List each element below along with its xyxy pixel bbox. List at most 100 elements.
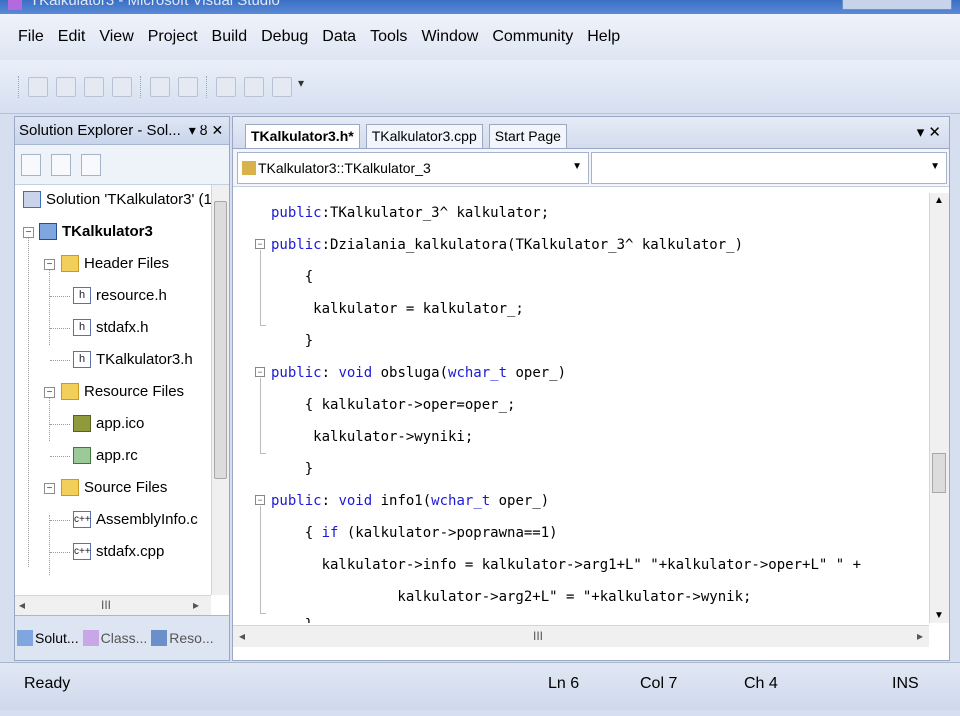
menu-help[interactable]: Help — [587, 28, 620, 46]
toolbar-button-4-icon[interactable] — [112, 76, 132, 97]
header-file-icon: h — [73, 319, 91, 336]
outdent-icon[interactable] — [244, 76, 264, 97]
code-line: { if (kalkulator->poprawna==1) — [271, 525, 558, 541]
tree-item-file[interactable]: c++ stdafx.cpp — [73, 543, 164, 560]
toolbar-button-6-icon[interactable] — [178, 76, 198, 97]
fold-collapse-icon[interactable]: − — [255, 239, 265, 249]
tree-line — [49, 515, 50, 575]
tree-item-file[interactable]: h stdafx.h — [73, 319, 149, 336]
tab-label: Class... — [100, 630, 148, 646]
refresh-icon[interactable] — [81, 153, 101, 176]
tree-item-file[interactable]: app.rc — [73, 447, 138, 464]
tree-item-header-files[interactable]: Header Files — [61, 255, 169, 272]
menu-debug[interactable]: Debug — [261, 28, 308, 46]
code-line: kalkulator->info = kalkulator->arg1+L" "… — [271, 557, 862, 573]
tab-class-view[interactable]: Class... — [82, 630, 148, 646]
window-controls[interactable] — [842, 0, 952, 10]
tree-item-file[interactable]: c++ AssemblyInfo.c — [73, 511, 198, 528]
toolbar-button-3-icon[interactable] — [84, 76, 104, 97]
menu-file[interactable]: File — [18, 28, 44, 46]
menu-window[interactable]: Window — [421, 28, 478, 46]
scroll-left-icon[interactable]: ◂ — [19, 598, 25, 612]
tree-item-file[interactable]: h TKalkulator3.h — [73, 351, 193, 368]
tree-item-label: resource.h — [96, 287, 167, 304]
tree-item-solution[interactable]: Solution 'TKalkulator3' (1 — [23, 191, 212, 208]
code-line: } — [271, 617, 313, 623]
fold-collapse-icon[interactable]: − — [255, 367, 265, 377]
tab-solution-explorer[interactable]: Solut... — [17, 630, 79, 646]
status-insert-mode: INS — [892, 675, 919, 692]
properties-icon[interactable] — [21, 153, 41, 176]
editor-vscrollbar[interactable]: ▲ ▼ — [929, 193, 949, 623]
tab-resource-view[interactable]: Reso... — [151, 630, 214, 646]
scroll-right-icon[interactable]: ▸ — [193, 598, 199, 612]
menu-data[interactable]: Data — [322, 28, 356, 46]
tree-line — [50, 520, 70, 521]
menu-community[interactable]: Community — [492, 28, 573, 46]
tree-item-file[interactable]: h resource.h — [73, 287, 167, 304]
solution-explorer-hscrollbar[interactable]: ◂ III ▸ — [15, 595, 211, 615]
solution-explorer-vscrollbar[interactable] — [211, 185, 229, 595]
collapse-icon[interactable]: − — [23, 227, 34, 238]
collapse-icon[interactable]: − — [44, 259, 55, 270]
scroll-thumb[interactable] — [932, 453, 946, 493]
toolbar-button-5-icon[interactable] — [150, 76, 170, 97]
collapse-icon[interactable]: − — [44, 387, 55, 398]
tree-line — [28, 227, 29, 567]
fold-line — [260, 506, 261, 613]
header-file-icon: h — [73, 287, 91, 304]
show-all-files-icon[interactable] — [51, 153, 71, 176]
solution-explorer-title: Solution Explorer - Sol... — [19, 122, 181, 139]
folder-icon — [61, 383, 79, 400]
scroll-thumb[interactable] — [214, 201, 227, 479]
toolbar-overflow-icon[interactable]: ▾ — [298, 76, 306, 98]
fold-end — [260, 613, 266, 614]
toolbar-button-2-icon[interactable] — [56, 76, 76, 97]
code-line: } — [271, 461, 314, 477]
tab-start-page[interactable]: Start Page — [488, 124, 567, 148]
scroll-up-icon[interactable]: ▲ — [934, 195, 944, 206]
toolbar-grip[interactable] — [18, 75, 20, 98]
menu-build[interactable]: Build — [212, 28, 248, 46]
tree-item-source-files[interactable]: Source Files — [61, 479, 167, 496]
scroll-grip[interactable]: III — [101, 598, 111, 612]
cpp-file-icon: c++ — [73, 543, 91, 560]
resource-script-icon — [73, 447, 91, 464]
fold-end — [260, 325, 266, 326]
status-column: Col 7 — [640, 675, 678, 692]
class-icon — [242, 160, 256, 175]
indent-icon[interactable] — [216, 76, 236, 97]
member-dropdown[interactable]: ▼ — [591, 151, 947, 184]
tab-tkalkulator3-cpp[interactable]: TKalkulator3.cpp — [365, 124, 483, 148]
status-text: Ready — [24, 675, 71, 692]
panel-controls[interactable]: ▾ ȣ ✕ — [189, 122, 223, 139]
tree-item-project[interactable]: TKalkulator3 — [39, 223, 153, 240]
class-view-icon — [82, 630, 99, 646]
tree-item-resource-files[interactable]: Resource Files — [61, 383, 184, 400]
menu-tools[interactable]: Tools — [370, 28, 407, 46]
menu-project[interactable]: Project — [148, 28, 198, 46]
tab-tkalkulator3-h[interactable]: TKalkulator3.h* — [245, 124, 360, 148]
scroll-grip[interactable]: III — [533, 629, 543, 643]
tree-item-file[interactable]: app.ico — [73, 415, 144, 432]
code-area[interactable]: − − − public:TKalkulator_3^ kalkulator; … — [233, 193, 929, 623]
header-file-icon: h — [73, 351, 91, 368]
scroll-right-icon[interactable]: ▸ — [917, 629, 923, 643]
editor-hscrollbar[interactable]: ◂ III ▸ — [233, 625, 929, 647]
collapse-icon[interactable]: − — [44, 483, 55, 494]
tree-line — [49, 259, 50, 345]
menu-edit[interactable]: Edit — [58, 28, 86, 46]
comment-icon[interactable] — [272, 76, 292, 97]
tree-line — [50, 328, 70, 329]
scroll-down-icon[interactable]: ▼ — [934, 610, 944, 621]
solution-explorer-toolbar — [15, 145, 229, 185]
tree-item-label: stdafx.h — [96, 319, 149, 336]
folder-icon — [61, 255, 79, 272]
document-tab-controls[interactable]: ▾ ✕ — [917, 123, 941, 141]
fold-collapse-icon[interactable]: − — [255, 495, 265, 505]
scope-dropdown[interactable]: TKalkulator3::TKalkulator_3 ▼ — [237, 151, 589, 184]
toolbar-button-1-icon[interactable] — [28, 76, 48, 97]
menu-view[interactable]: View — [99, 28, 133, 46]
scroll-left-icon[interactable]: ◂ — [239, 629, 245, 643]
tree-item-label: stdafx.cpp — [96, 543, 165, 560]
